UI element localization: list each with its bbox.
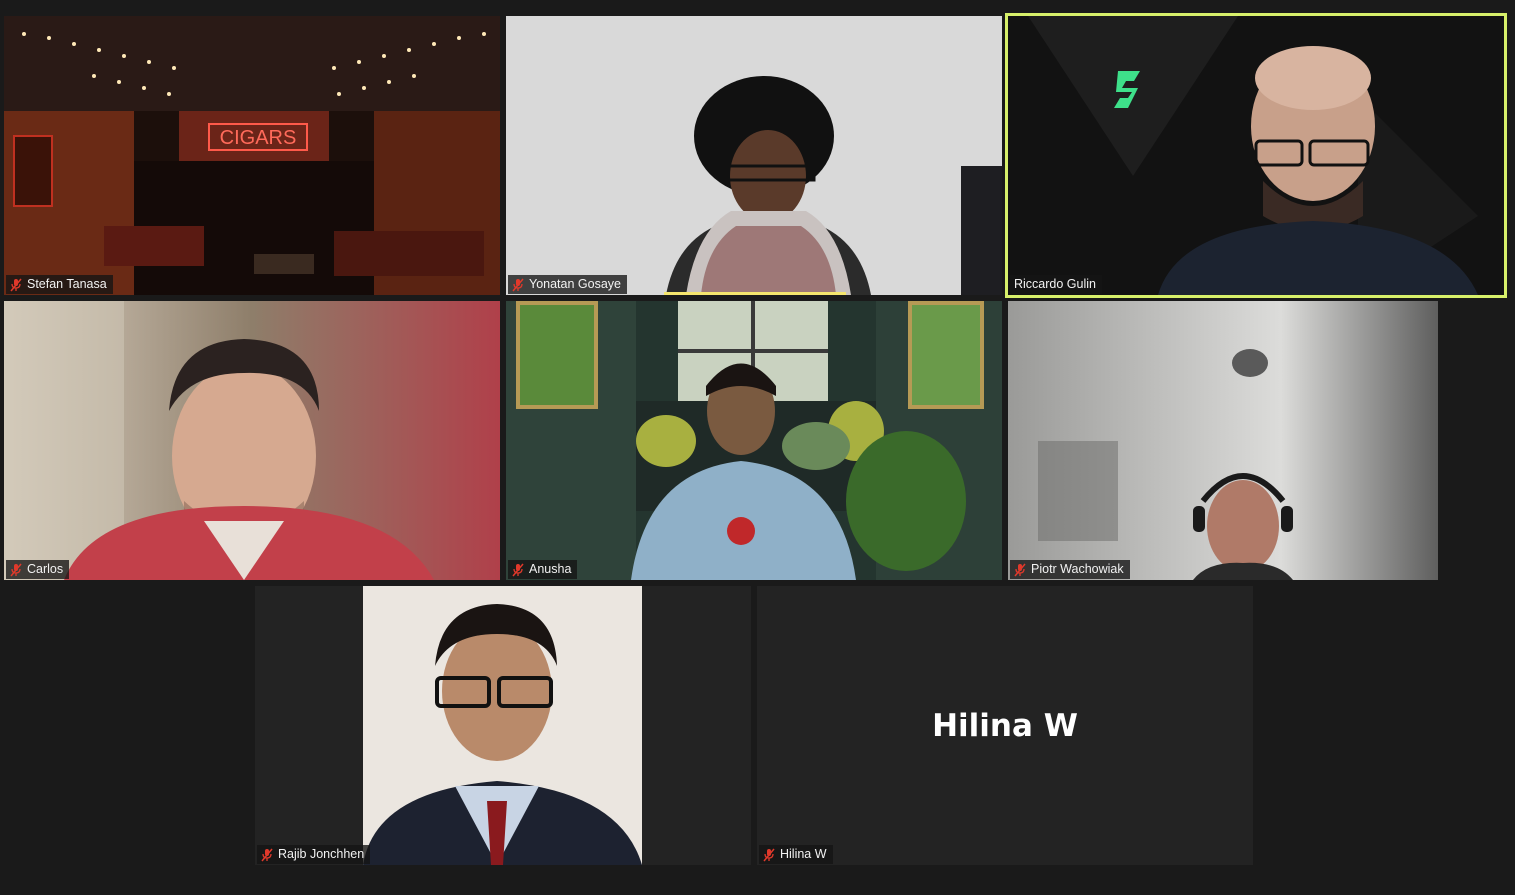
participant-name: Piotr Wachowiak [1031, 562, 1124, 576]
video-feed [506, 16, 1002, 295]
participant-tile-riccardo-gulin[interactable]: Riccardo Gulin [1005, 13, 1507, 298]
participant-name: Anusha [529, 562, 572, 576]
video-feed: CIGARS [4, 16, 500, 295]
participant-display-name: Hilina W [932, 707, 1078, 744]
participant-tile-yonatan-gosaye[interactable]: Yonatan Gosaye [506, 16, 1002, 295]
participant-tile-anusha[interactable]: Anusha [506, 301, 1002, 580]
participant-name: Rajib Jonchhen [278, 847, 365, 861]
participant-name-label: Anusha [508, 560, 578, 579]
gallery-view: CIGARS Stefan Tanasa Yonatan Gosaye Ricc… [0, 0, 1515, 895]
participant-name-label: Carlos [6, 560, 70, 579]
participant-name: Stefan Tanasa [27, 277, 107, 291]
video-feed [506, 301, 1002, 580]
participant-name-label: Riccardo Gulin [1010, 275, 1102, 294]
speaking-indicator [664, 292, 846, 295]
participant-name: Riccardo Gulin [1014, 277, 1096, 291]
microphone-muted-icon [10, 563, 22, 577]
participant-name-label: Piotr Wachowiak [1010, 560, 1130, 579]
participant-name: Carlos [27, 562, 64, 576]
microphone-muted-icon [1014, 563, 1026, 577]
participant-name-label: Rajib Jonchhen [257, 845, 371, 864]
microphone-muted-icon [512, 278, 524, 292]
participant-tile-rajib-jonchhen[interactable]: Rajib Jonchhen [255, 586, 751, 865]
video-feed [255, 586, 751, 865]
participant-name-label: Hilina W [759, 845, 833, 864]
video-feed [1008, 16, 1504, 295]
video-feed [4, 301, 500, 580]
participant-name-label: Stefan Tanasa [6, 275, 113, 294]
participant-tile-carlos[interactable]: Carlos [4, 301, 500, 580]
microphone-muted-icon [512, 563, 524, 577]
microphone-muted-icon [261, 848, 273, 862]
video-feed [1008, 301, 1504, 580]
microphone-muted-icon [763, 848, 775, 862]
participant-tile-hilina-w[interactable]: Hilina W Hilina W [757, 586, 1253, 865]
participant-name: Yonatan Gosaye [529, 277, 621, 291]
participant-name: Hilina W [780, 847, 827, 861]
participant-tile-piotr-wachowiak[interactable]: Piotr Wachowiak [1008, 301, 1504, 580]
svg-text:CIGARS: CIGARS [220, 127, 297, 149]
microphone-muted-icon [10, 278, 22, 292]
participant-name-label: Yonatan Gosaye [508, 275, 627, 294]
participant-tile-stefan-tanasa[interactable]: CIGARS Stefan Tanasa [4, 16, 500, 295]
